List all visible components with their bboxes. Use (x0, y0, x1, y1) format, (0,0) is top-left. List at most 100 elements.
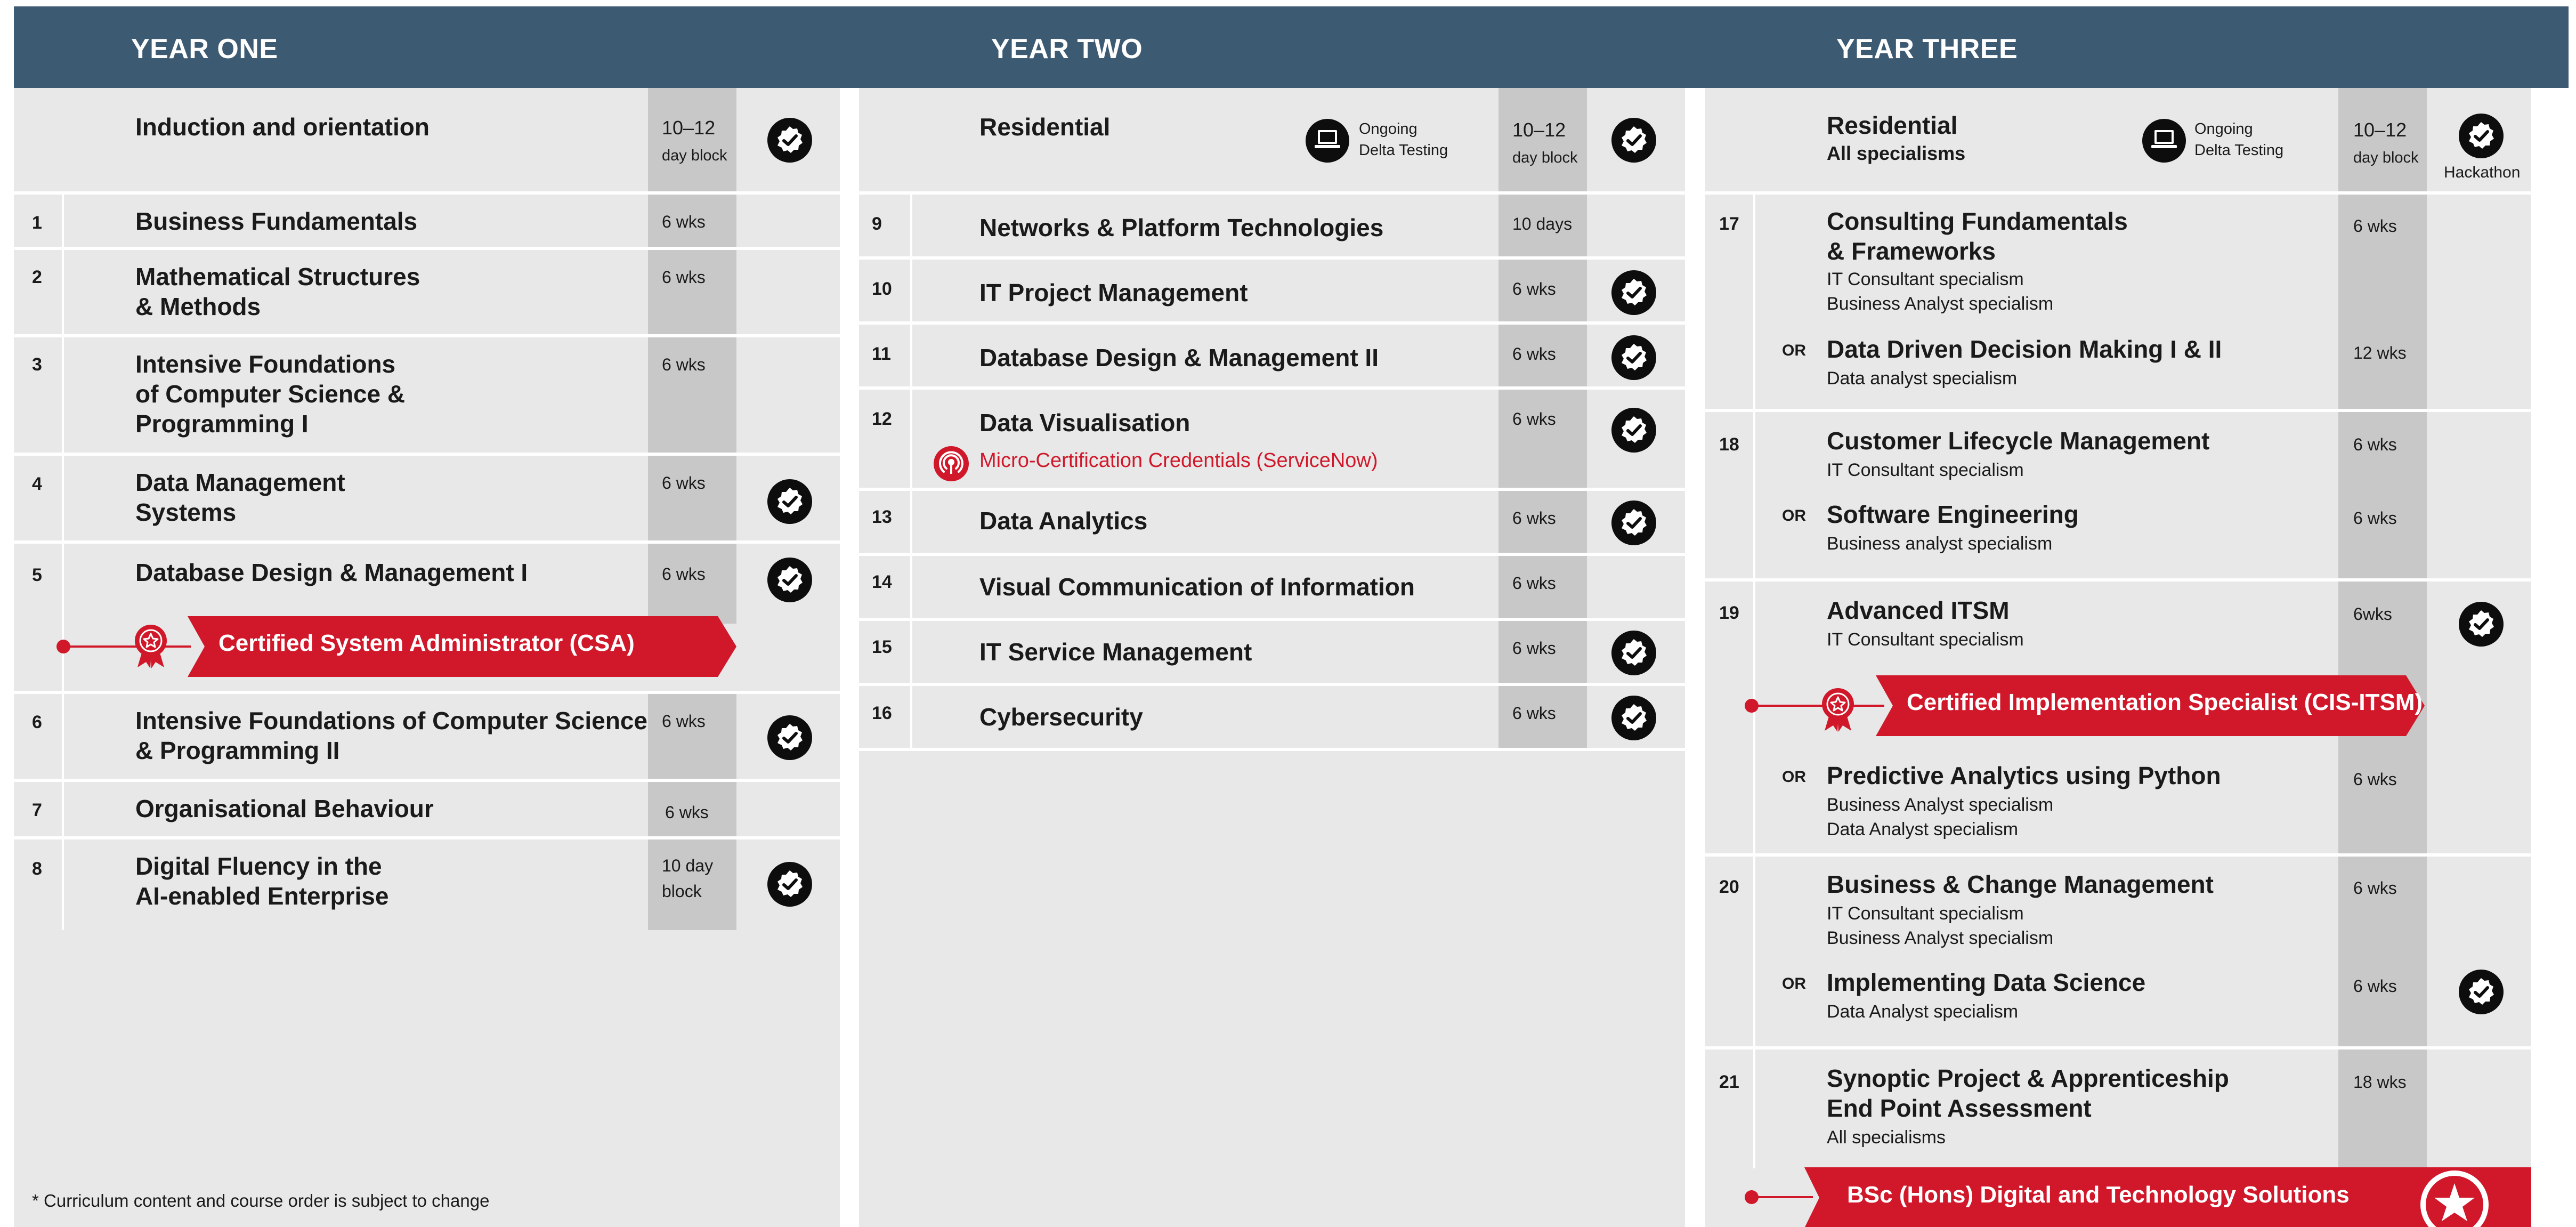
module-duration: 6 wks (1512, 409, 1556, 429)
module-duration: 6 wks (662, 564, 706, 584)
module-row: 15 IT Service Management 6 wks (859, 621, 1685, 686)
residential-duration-line2: day block (2353, 149, 2419, 166)
module-duration: 6 wks (2353, 878, 2397, 898)
footnote: * Curriculum content and course order is… (32, 1191, 490, 1210)
module-title-line1: Mathematical Structures (135, 263, 420, 290)
induction-row: Induction and orientation 10–12 day bloc… (14, 88, 840, 195)
module-title-line1: Intensive Foundations (135, 350, 396, 378)
alt-module-specialism: Data Analyst specialism (1827, 1002, 2019, 1022)
module-duration: 6 wks (1512, 639, 1556, 658)
module-row: 21 Synoptic Project & Apprenticeship End… (1705, 1050, 2531, 1227)
check-badge-icon (1611, 696, 1656, 740)
check-badge-icon (767, 479, 812, 524)
module-duration: 6 wks (662, 212, 706, 231)
module-row: 16 Cybersecurity 6 wks (859, 686, 1685, 751)
module-row: 9 Networks & Platform Technologies 10 da… (859, 195, 1685, 260)
module-title-line1: Data Management (135, 469, 345, 496)
module-row: 13 Data Analytics 6 wks (859, 491, 1685, 556)
alt-module-title: Data Driven Decision Making I & II (1827, 335, 2222, 363)
module-row: 10 IT Project Management 6 wks (859, 260, 1685, 325)
module-title-line2: & Frameworks (1827, 237, 1996, 265)
alt-module-duration: 6 wks (2353, 976, 2397, 996)
module-title-line1: Synoptic Project & Apprenticeship (1827, 1064, 2229, 1092)
module-duration: 6 wks (1512, 704, 1556, 723)
module-number: 14 (872, 572, 892, 592)
ongoing-label-line2: Delta Testing (2194, 142, 2284, 159)
or-label: OR (1782, 768, 1806, 786)
residential-title: Residential (1827, 111, 1958, 139)
alt-module-specialism: Business analyst specialism (1827, 534, 2053, 554)
module-number: 8 (32, 859, 42, 879)
alt-module-duration: 6 wks (2353, 770, 2397, 789)
or-label: OR (1782, 975, 1806, 992)
induction-duration-line1: 10–12 (662, 117, 716, 139)
module-number: 1 (32, 213, 42, 233)
module-duration: 18 wks (2353, 1072, 2407, 1092)
check-badge-icon (2459, 602, 2504, 647)
module-number: 5 (32, 565, 42, 585)
check-badge-icon (2459, 114, 2504, 158)
module-row: 17 Consulting Fundamentals & Frameworks … (1705, 195, 2531, 412)
module-title-line1: Intensive Foundations of Computer Scienc… (135, 707, 648, 734)
module-title: Networks & Platform Technologies (979, 214, 1384, 241)
ongoing-label-line1: Ongoing (1359, 120, 1417, 138)
residential-row: Residential All specialisms Ongoing Delt… (1705, 88, 2531, 195)
degree-label: BSc (Hons) Digital and Technology Soluti… (1847, 1182, 2350, 1208)
module-number: 10 (872, 279, 892, 299)
module-row: 5 Database Design & Management I 6 wks C… (14, 544, 840, 694)
module-duration: 6 wks (662, 355, 706, 374)
module-title-line1: Consulting Fundamentals (1827, 207, 2128, 235)
module-row: 1 Business Fundamentals 6 wks (14, 195, 840, 250)
module-title: Data Analytics (979, 507, 1148, 535)
module-duration: 6 wks (1512, 344, 1556, 364)
alt-module-title: Software Engineering (1827, 501, 2079, 528)
star-icon (2420, 1171, 2489, 1227)
module-title-line2: AI-enabled Enterprise (135, 882, 389, 910)
check-badge-icon (1611, 408, 1656, 453)
laptop-icon (1306, 119, 1349, 163)
module-specialism: IT Consultant specialism (1827, 629, 2024, 650)
module-number: 6 (32, 712, 42, 732)
module-row: 11 Database Design & Management II 6 wks (859, 325, 1685, 390)
module-duration: 6 wks (662, 712, 706, 731)
module-row: 4 Data Management Systems 6 wks (14, 456, 840, 544)
check-badge-icon (767, 862, 812, 907)
module-specialism-line1: IT Consultant specialism (1827, 269, 2024, 289)
module-duration-line2: block (662, 882, 702, 901)
check-badge-icon (767, 715, 812, 760)
module-duration: 6 wks (665, 803, 709, 822)
module-title: Business & Change Management (1827, 870, 2214, 898)
module-title-line2: Systems (135, 498, 237, 526)
residential-subtitle: All specialisms (1827, 142, 1966, 164)
module-number: 20 (1719, 877, 1739, 897)
module-row: 18 Customer Lifecycle Management IT Cons… (1705, 412, 2531, 582)
connector-line (63, 645, 191, 648)
alt-module-specialism: Data analyst specialism (1827, 368, 2018, 389)
year-three-header (1705, 6, 2569, 88)
year-one-title: YEAR ONE (131, 34, 278, 64)
induction-title: Induction and orientation (135, 113, 430, 141)
module-duration: 6 wks (1512, 574, 1556, 593)
module-number: 18 (1719, 434, 1739, 455)
check-badge-icon (1611, 501, 1656, 545)
module-number: 17 (1719, 214, 1739, 234)
module-row: 14 Visual Communication of Information 6… (859, 556, 1685, 621)
year-two-header (859, 6, 1722, 88)
module-specialism-line2: Business Analyst specialism (1827, 294, 2054, 314)
module-title: Organisational Behaviour (135, 795, 434, 822)
certification-label: Certified System Administrator (CSA) (218, 630, 635, 656)
alt-module-duration: 12 wks (2353, 343, 2407, 362)
module-title-line1: Digital Fluency in the (135, 852, 382, 880)
check-badge-icon (1611, 335, 1656, 380)
module-title: Cybersecurity (979, 703, 1143, 731)
laptop-icon (2142, 119, 2186, 163)
module-duration: 10 days (1512, 214, 1573, 233)
year-two-title: YEAR TWO (991, 34, 1143, 64)
module-title: Business Fundamentals (135, 207, 418, 235)
alt-module-specialism-line1: Business Analyst specialism (1827, 795, 2054, 815)
module-number: 7 (32, 800, 42, 820)
alt-module-duration: 6 wks (2353, 508, 2397, 528)
year-two-column: YEAR TWO Residential Ongoing Delta Testi… (859, 6, 1722, 1227)
module-duration-line1: 10 day (662, 856, 714, 875)
ongoing-label-line2: Delta Testing (1359, 142, 1448, 159)
